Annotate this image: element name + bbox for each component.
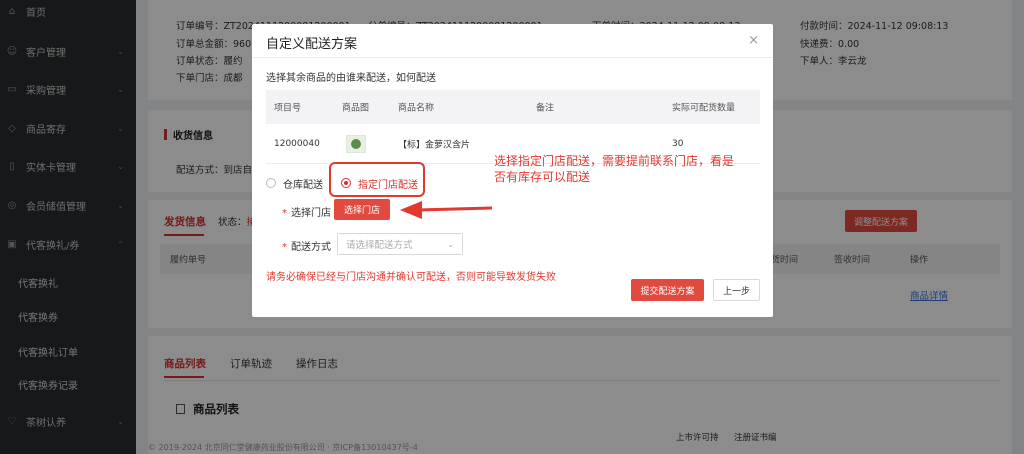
select-placeholder: 请选择配送方式: [346, 240, 413, 251]
method-label-text: 配送方式: [291, 242, 331, 253]
col-note: 备注: [536, 103, 555, 114]
col-name: 商品名称: [398, 103, 435, 114]
radio-circle[interactable]: [266, 178, 276, 188]
row-name: 【标】金萝汉含片: [398, 140, 471, 150]
warning-text: 请务必确保已经与门店沟通并确认可配送，否则可能导致发货失败: [266, 272, 556, 283]
product-image: [346, 134, 366, 153]
chevron-down-icon: ⌄: [447, 239, 454, 249]
prev-step-button[interactable]: 上一步: [713, 279, 760, 301]
modal-title: 自定义配送方案: [266, 37, 358, 52]
modal-header: 自定义配送方案 ×: [252, 24, 773, 58]
modal-subtitle: 选择其余商品的由谁来配送，如何配送: [266, 73, 436, 84]
row-qty: 30: [672, 138, 684, 149]
submit-plan-button[interactable]: 提交配送方案: [631, 279, 704, 301]
radio-warehouse-label: 仓库配送: [283, 179, 323, 191]
goods-table-header: 项目号 商品图 商品名称 备注 实际可配货数量: [266, 90, 760, 124]
annotation-text: 选择指定门店配送，需要提前联系门店，看是否有库存可以配送: [494, 154, 735, 184]
store-label-text: 选择门店: [291, 208, 331, 219]
method-label: * 配送方式: [282, 242, 331, 253]
row-item-no: 12000040: [274, 138, 320, 149]
close-icon[interactable]: ×: [748, 33, 759, 48]
radio-warehouse[interactable]: 仓库配送: [266, 176, 323, 191]
col-qty: 实际可配货数量: [672, 103, 736, 114]
annotation-arrow-icon: [400, 201, 493, 219]
col-image: 商品图: [342, 103, 370, 114]
select-store-button[interactable]: 选择门店: [334, 199, 390, 220]
annotation-highlight-box: [329, 162, 425, 197]
delivery-method-select[interactable]: 请选择配送方式 ⌄: [337, 233, 463, 255]
col-item-no: 项目号: [274, 103, 302, 114]
store-label: * 选择门店: [282, 208, 331, 219]
